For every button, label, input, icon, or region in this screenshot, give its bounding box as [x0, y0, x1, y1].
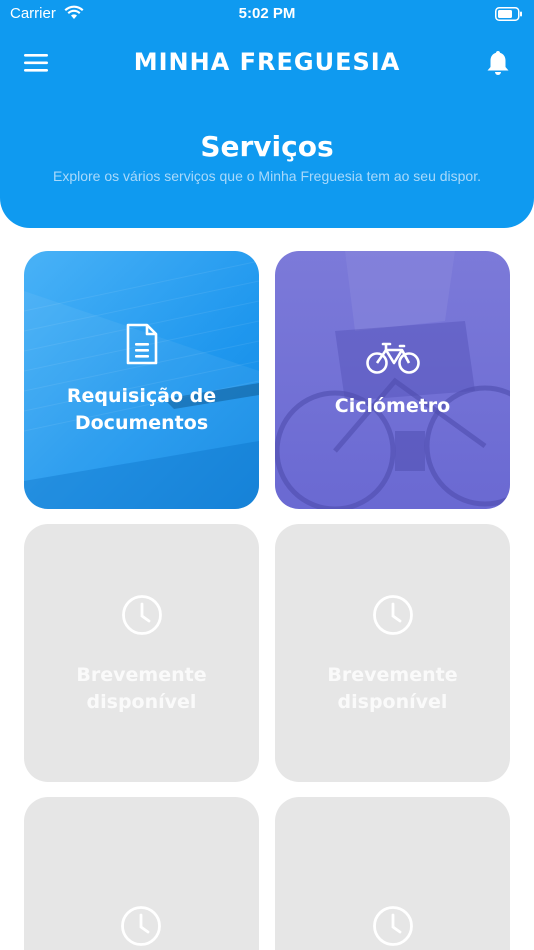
- status-time: 5:02 PM: [238, 5, 296, 22]
- battery-icon: [495, 6, 523, 25]
- card-content: Brevemente disponível: [24, 524, 259, 782]
- card-content: Brevemente disponível: [275, 524, 510, 782]
- service-card-coming-soon: [275, 797, 510, 950]
- service-card-coming-soon: Brevemente disponível: [275, 524, 510, 782]
- bicycle-icon: [365, 341, 420, 379]
- card-label: Requisição de Documentos: [66, 385, 217, 434]
- app-title: MINHA FREGUESIA: [133, 48, 401, 76]
- card-label: Brevemente disponível: [76, 664, 207, 713]
- service-card-coming-soon: [24, 797, 259, 950]
- clock-icon: [372, 905, 414, 950]
- app-header: Carrier 5:02 PM MINHA FREGUESIA Serviços…: [0, 0, 534, 228]
- card-content: Ciclómetro: [275, 251, 510, 509]
- service-card-cyclometer[interactable]: Ciclómetro: [275, 251, 510, 509]
- clock-icon: [121, 594, 163, 640]
- clock-icon: [120, 905, 162, 950]
- service-card-coming-soon: Brevemente disponível: [24, 524, 259, 782]
- service-card-documents[interactable]: Requisição de Documentos: [24, 251, 259, 509]
- card-label: Ciclómetro: [334, 394, 451, 417]
- document-icon: [125, 323, 159, 369]
- card-label: Brevemente disponível: [327, 664, 458, 713]
- card-content: Requisição de Documentos: [24, 251, 259, 509]
- clock-icon: [372, 594, 414, 640]
- page-subtitle: Explore os vários serviços que o Minha F…: [53, 168, 481, 184]
- page-title: Serviços: [200, 130, 334, 163]
- status-bar: Carrier 5:02 PM: [0, 0, 534, 30]
- bell-icon[interactable]: [486, 49, 510, 81]
